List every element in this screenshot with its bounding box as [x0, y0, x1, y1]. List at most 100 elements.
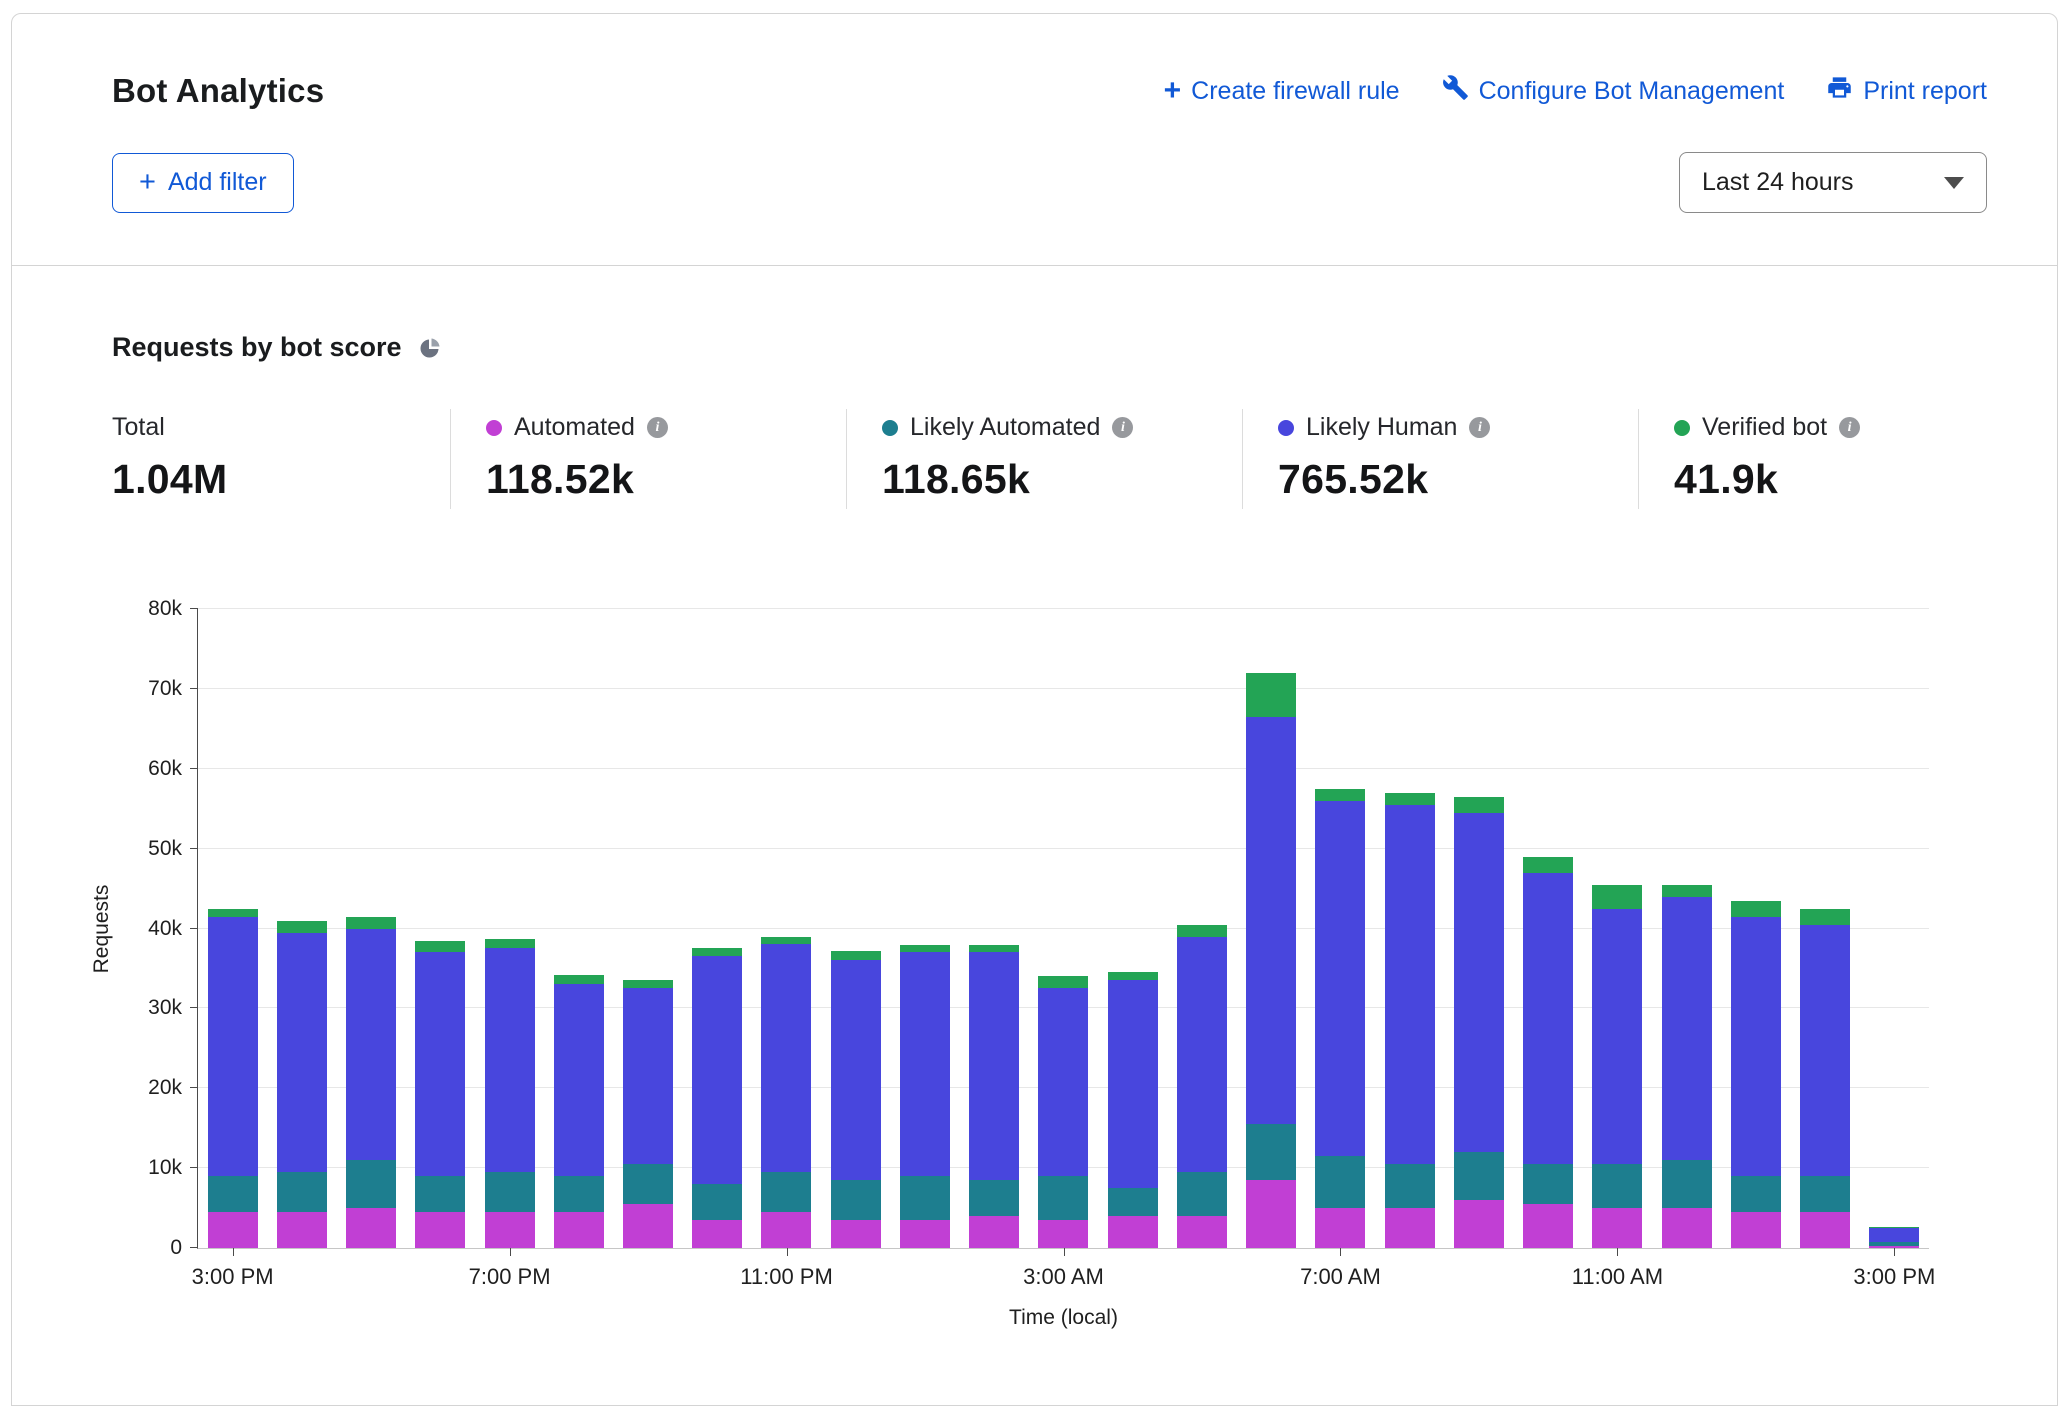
- printer-icon: [1826, 74, 1853, 108]
- x-tick-mark: [1894, 1248, 1895, 1256]
- y-tick-mark: [190, 1007, 198, 1008]
- y-tick-label: 60k: [148, 757, 182, 781]
- stat-total: Total 1.04M: [112, 409, 450, 509]
- segment-automated: [623, 1204, 673, 1248]
- segment-verified-bot: [1038, 976, 1088, 988]
- segment-likely-automated: [1800, 1176, 1850, 1212]
- segment-verified-bot: [1523, 857, 1573, 873]
- bar-900am[interactable]: [1444, 609, 1513, 1248]
- bar-1100pm[interactable]: [752, 609, 821, 1248]
- segment-automated: [1177, 1216, 1227, 1248]
- bar-800pm[interactable]: [544, 609, 613, 1248]
- y-tick-mark: [190, 928, 198, 929]
- segment-likely-automated: [969, 1180, 1019, 1216]
- segment-automated: [969, 1216, 1019, 1248]
- segment-likely-human: [1177, 937, 1227, 1173]
- segment-verified-bot: [969, 945, 1019, 953]
- stat-automated: Automated i 118.52k: [450, 409, 846, 509]
- segment-automated: [1038, 1220, 1088, 1248]
- print-report-label: Print report: [1863, 77, 1987, 106]
- segment-verified-bot: [761, 937, 811, 945]
- stat-likely-human: Likely Human i 765.52k: [1242, 409, 1638, 509]
- y-tick-label: 70k: [148, 677, 182, 701]
- bar-1100am[interactable]: [1583, 609, 1652, 1248]
- segment-likely-human: [692, 956, 742, 1184]
- bar-100am[interactable]: [890, 609, 959, 1248]
- bar-400pm[interactable]: [267, 609, 336, 1248]
- bar-1000pm[interactable]: [683, 609, 752, 1248]
- y-axis-title: Requests: [90, 885, 114, 974]
- bar-1200pm[interactable]: [1652, 609, 1721, 1248]
- bar-200am[interactable]: [960, 609, 1029, 1248]
- bar-800am[interactable]: [1375, 609, 1444, 1248]
- segment-likely-human: [277, 933, 327, 1173]
- x-tick-mark: [233, 1248, 234, 1256]
- info-icon[interactable]: i: [1112, 417, 1133, 438]
- bar-1000am[interactable]: [1513, 609, 1582, 1248]
- bar-700pm[interactable]: [475, 609, 544, 1248]
- segment-likely-automated: [1038, 1176, 1088, 1220]
- segment-likely-human: [1454, 813, 1504, 1152]
- segment-verified-bot: [208, 909, 258, 917]
- segment-likely-automated: [1662, 1160, 1712, 1208]
- bar-600pm[interactable]: [406, 609, 475, 1248]
- y-tick-mark: [190, 1167, 198, 1168]
- segment-likely-human: [485, 948, 535, 1172]
- bar-500am[interactable]: [1167, 609, 1236, 1248]
- segment-likely-human: [1592, 909, 1642, 1165]
- segment-likely-human: [1731, 917, 1781, 1177]
- segment-likely-human: [761, 944, 811, 1172]
- print-report-link[interactable]: Print report: [1826, 74, 1987, 108]
- create-firewall-rule-link[interactable]: + Create firewall rule: [1164, 76, 1400, 106]
- segment-verified-bot: [554, 975, 604, 985]
- add-filter-button[interactable]: + Add filter: [112, 153, 294, 213]
- bar-1200am[interactable]: [821, 609, 890, 1248]
- x-tick-label: 7:00 AM: [1300, 1264, 1381, 1290]
- time-range-select[interactable]: Last 24 hours: [1679, 152, 1987, 213]
- bot-analytics-card: Bot Analytics + Create firewall rule Con…: [11, 13, 2058, 1406]
- y-tick-label: 40k: [148, 917, 182, 941]
- bar-100pm[interactable]: [1721, 609, 1790, 1248]
- segment-automated: [277, 1212, 327, 1248]
- info-icon[interactable]: i: [1469, 417, 1490, 438]
- segment-likely-automated: [485, 1172, 535, 1212]
- segment-automated: [415, 1212, 465, 1248]
- segment-likely-automated: [346, 1160, 396, 1208]
- segment-likely-human: [1523, 873, 1573, 1165]
- y-tick-mark: [190, 688, 198, 689]
- likely-human-legend-dot: [1278, 420, 1294, 436]
- x-tick-mark: [510, 1248, 511, 1256]
- segment-likely-human: [1869, 1228, 1919, 1242]
- info-icon[interactable]: i: [647, 417, 668, 438]
- bar-300am[interactable]: [1029, 609, 1098, 1248]
- segment-verified-bot: [831, 951, 881, 961]
- bar-700am[interactable]: [1306, 609, 1375, 1248]
- configure-bot-management-link[interactable]: Configure Bot Management: [1442, 74, 1785, 108]
- segment-likely-human: [554, 984, 604, 1176]
- segment-automated: [1108, 1216, 1158, 1248]
- x-tick-mark: [1617, 1248, 1618, 1256]
- bar-600am[interactable]: [1237, 609, 1306, 1248]
- plot-area: Time (local) 010k20k30k40k50k60k70k80k3:…: [197, 609, 1929, 1249]
- bars-container: [198, 609, 1929, 1248]
- segment-automated: [208, 1212, 258, 1248]
- bar-300pm[interactable]: [198, 609, 267, 1248]
- add-filter-label: Add filter: [168, 168, 267, 197]
- segment-likely-automated: [1592, 1164, 1642, 1208]
- segment-verified-bot: [346, 917, 396, 929]
- chevron-down-icon: [1944, 177, 1964, 189]
- info-icon[interactable]: i: [1839, 417, 1860, 438]
- x-tick-label: 3:00 PM: [192, 1264, 274, 1290]
- requests-chart: Requests Time (local) 010k20k30k40k50k60…: [52, 609, 1929, 1249]
- bar-300pm[interactable]: [1860, 609, 1929, 1248]
- bar-400am[interactable]: [1098, 609, 1167, 1248]
- y-tick-mark: [190, 1087, 198, 1088]
- y-tick-label: 0: [170, 1236, 182, 1260]
- segment-verified-bot: [1731, 901, 1781, 917]
- bar-500pm[interactable]: [336, 609, 405, 1248]
- y-tick-mark: [190, 1247, 198, 1248]
- segment-automated: [1315, 1208, 1365, 1248]
- bar-200pm[interactable]: [1790, 609, 1859, 1248]
- segment-automated: [1800, 1212, 1850, 1248]
- bar-900pm[interactable]: [613, 609, 682, 1248]
